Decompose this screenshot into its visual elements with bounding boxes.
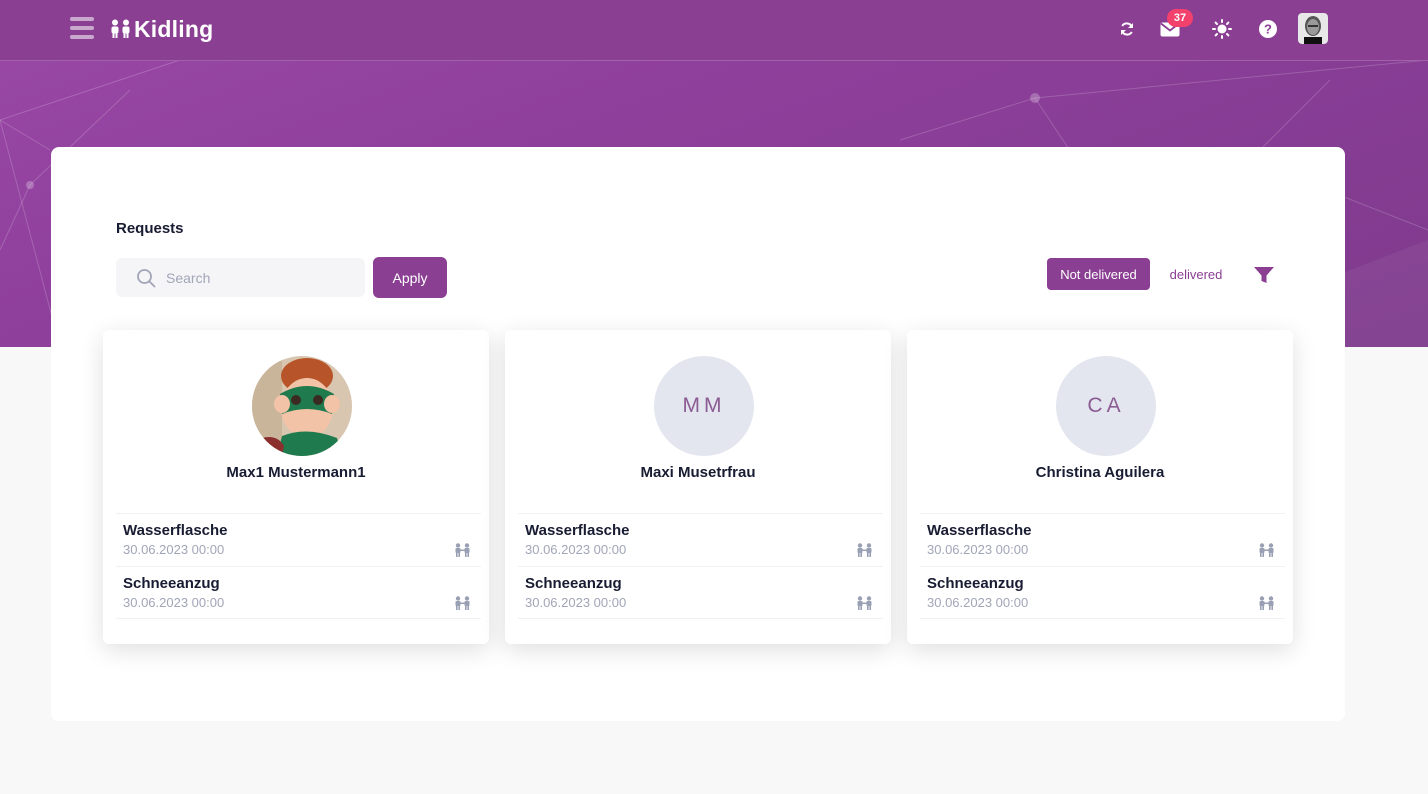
- request-row[interactable]: Schneeanzug 30.06.2023 00:00: [518, 566, 883, 619]
- notification-badge: 37: [1167, 9, 1193, 27]
- handover-icon[interactable]: [1258, 543, 1275, 557]
- request-row[interactable]: Schneeanzug 30.06.2023 00:00: [116, 566, 481, 619]
- initials-avatar: CA: [1056, 356, 1156, 456]
- request-date: 30.06.2023 00:00: [927, 542, 1029, 557]
- filter-not-delivered-button[interactable]: Not delivered: [1047, 258, 1150, 290]
- person-name: Max1 Mustermann1: [226, 464, 366, 481]
- request-title: Wasserflasche: [525, 522, 630, 539]
- user-avatar[interactable]: [1298, 13, 1328, 44]
- request-title: Schneeanzug: [525, 575, 622, 592]
- filter-delivered-button[interactable]: delivered: [1160, 258, 1232, 290]
- handover-icon[interactable]: [454, 543, 471, 557]
- handover-icon[interactable]: [856, 596, 873, 610]
- request-date: 30.06.2023 00:00: [525, 542, 627, 557]
- request-title: Schneeanzug: [927, 575, 1024, 592]
- request-date: 30.06.2023 00:00: [525, 595, 627, 610]
- request-date: 30.06.2023 00:00: [927, 595, 1029, 610]
- top-navbar: Kidling 37 ?: [0, 0, 1428, 61]
- app-logo[interactable]: Kidling: [110, 14, 213, 44]
- search-box[interactable]: [116, 258, 365, 297]
- page-title: Requests: [116, 220, 184, 237]
- request-title: Wasserflasche: [123, 522, 228, 539]
- person-name: Maxi Musetrfrau: [640, 464, 756, 481]
- search-input[interactable]: [166, 269, 356, 286]
- request-row[interactable]: Wasserflasche 30.06.2023 00:00: [920, 513, 1285, 566]
- help-icon[interactable]: ?: [1256, 17, 1280, 41]
- request-title: Schneeanzug: [123, 575, 220, 592]
- menu-toggle-icon[interactable]: [70, 17, 94, 39]
- initials-avatar: MM: [654, 356, 754, 456]
- theme-toggle-icon[interactable]: [1210, 17, 1234, 41]
- kidling-logo-icon: [111, 19, 130, 38]
- person-name: Christina Aguilera: [1035, 464, 1165, 481]
- refresh-icon[interactable]: [1115, 17, 1139, 41]
- svg-text:?: ?: [1264, 22, 1272, 37]
- request-title: Wasserflasche: [927, 522, 1032, 539]
- search-icon: [137, 268, 156, 287]
- handover-icon[interactable]: [856, 543, 873, 557]
- request-row[interactable]: Wasserflasche 30.06.2023 00:00: [116, 513, 481, 566]
- person-card[interactable]: Max1 Mustermann1 Wasserflasche 30.06.202…: [103, 330, 489, 644]
- person-card[interactable]: CA Christina Aguilera Wasserflasche 30.0…: [907, 330, 1293, 644]
- filter-funnel-icon[interactable]: [1253, 265, 1275, 285]
- request-date: 30.06.2023 00:00: [123, 595, 225, 610]
- handover-icon[interactable]: [1258, 596, 1275, 610]
- logo-text: Kidling: [134, 15, 214, 42]
- handover-icon[interactable]: [454, 596, 471, 610]
- child-photo-avatar: [252, 356, 352, 456]
- request-row[interactable]: Wasserflasche 30.06.2023 00:00: [518, 513, 883, 566]
- request-date: 30.06.2023 00:00: [123, 542, 225, 557]
- person-card[interactable]: MM Maxi Musetrfrau Wasserflasche 30.06.2…: [505, 330, 891, 644]
- request-row[interactable]: Schneeanzug 30.06.2023 00:00: [920, 566, 1285, 619]
- apply-button[interactable]: Apply: [373, 257, 447, 298]
